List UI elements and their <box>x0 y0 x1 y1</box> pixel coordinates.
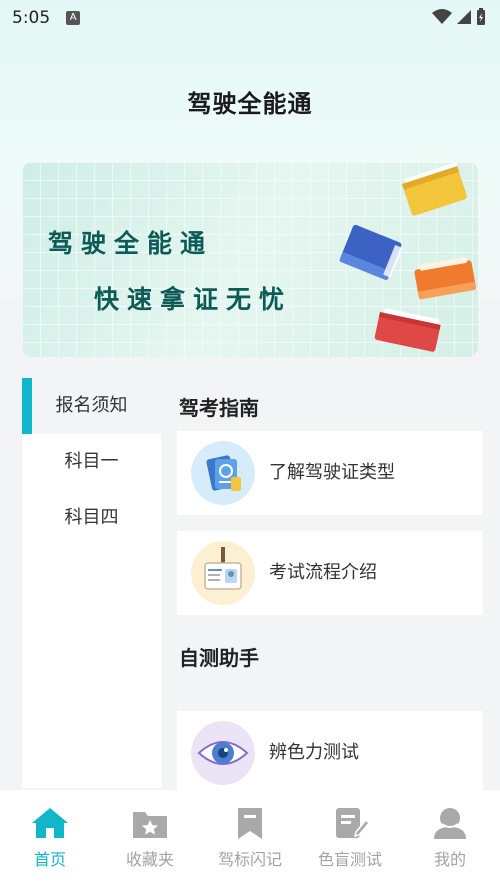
home-icon <box>32 808 68 838</box>
section-title-self-test: 自测助手 <box>179 646 259 670</box>
status-time: 5:05 <box>12 8 51 28</box>
eye-icon <box>191 721 255 785</box>
tab-sign-flashcards[interactable]: 驾标闪记 <box>200 790 300 888</box>
tab-label: 驾标闪记 <box>217 850 282 869</box>
folder-star-icon <box>133 812 167 838</box>
notification-icon: A <box>66 11 81 25</box>
page-title: 驾驶全能通 <box>187 90 313 118</box>
status-icons <box>432 8 486 26</box>
tab-color-blind-test[interactable]: 色盲测试 <box>300 790 400 888</box>
card-license-types[interactable]: 了解驾驶证类型 <box>177 431 483 515</box>
tab-label: 首页 <box>33 850 66 869</box>
signal-icon <box>457 10 471 24</box>
user-icon <box>434 808 466 839</box>
bookmark-icon <box>238 808 262 839</box>
tab-favorites[interactable]: 收藏夹 <box>100 790 200 888</box>
passport-icon <box>191 441 255 505</box>
card-color-vision-test[interactable]: 辨色力测试 <box>177 711 483 795</box>
bottom-tab-bar: 首页 收藏夹 驾标闪记 色盲测试 我的 <box>0 790 500 888</box>
card-label: 考试流程介绍 <box>269 562 377 583</box>
category-item-subject-one[interactable]: 科目一 <box>22 434 161 490</box>
tab-home[interactable]: 首页 <box>0 790 100 888</box>
status-bar: 5:05 A <box>0 0 500 36</box>
promo-banner[interactable]: 驾驶全能通 快速拿证无忧 <box>22 162 478 357</box>
battery-icon <box>477 8 485 25</box>
flying-books-illustration <box>339 162 477 352</box>
category-label: 报名须知 <box>55 395 128 416</box>
wifi-icon <box>432 9 452 24</box>
id-badge-icon <box>191 541 255 605</box>
tab-label: 色盲测试 <box>317 850 382 869</box>
tab-label: 我的 <box>433 850 466 869</box>
category-item-enrollment[interactable]: 报名须知 <box>22 378 161 434</box>
tab-label: 收藏夹 <box>125 850 174 869</box>
card-label: 辨色力测试 <box>269 742 359 763</box>
banner-subline: 快速拿证无忧 <box>94 285 293 314</box>
category-sidebar: 报名须知 科目一 科目四 <box>22 378 161 788</box>
banner-headline: 驾驶全能通 <box>48 229 214 258</box>
edit-doc-icon <box>336 808 370 838</box>
active-indicator <box>22 378 32 434</box>
tab-profile[interactable]: 我的 <box>400 790 500 888</box>
category-label: 科目一 <box>64 451 119 472</box>
category-label: 科目四 <box>64 507 119 528</box>
card-label: 了解驾驶证类型 <box>269 462 395 483</box>
section-title-exam-guide: 驾考指南 <box>179 396 259 420</box>
card-exam-process[interactable]: 考试流程介绍 <box>177 531 483 615</box>
category-item-subject-four[interactable]: 科目四 <box>22 490 161 546</box>
